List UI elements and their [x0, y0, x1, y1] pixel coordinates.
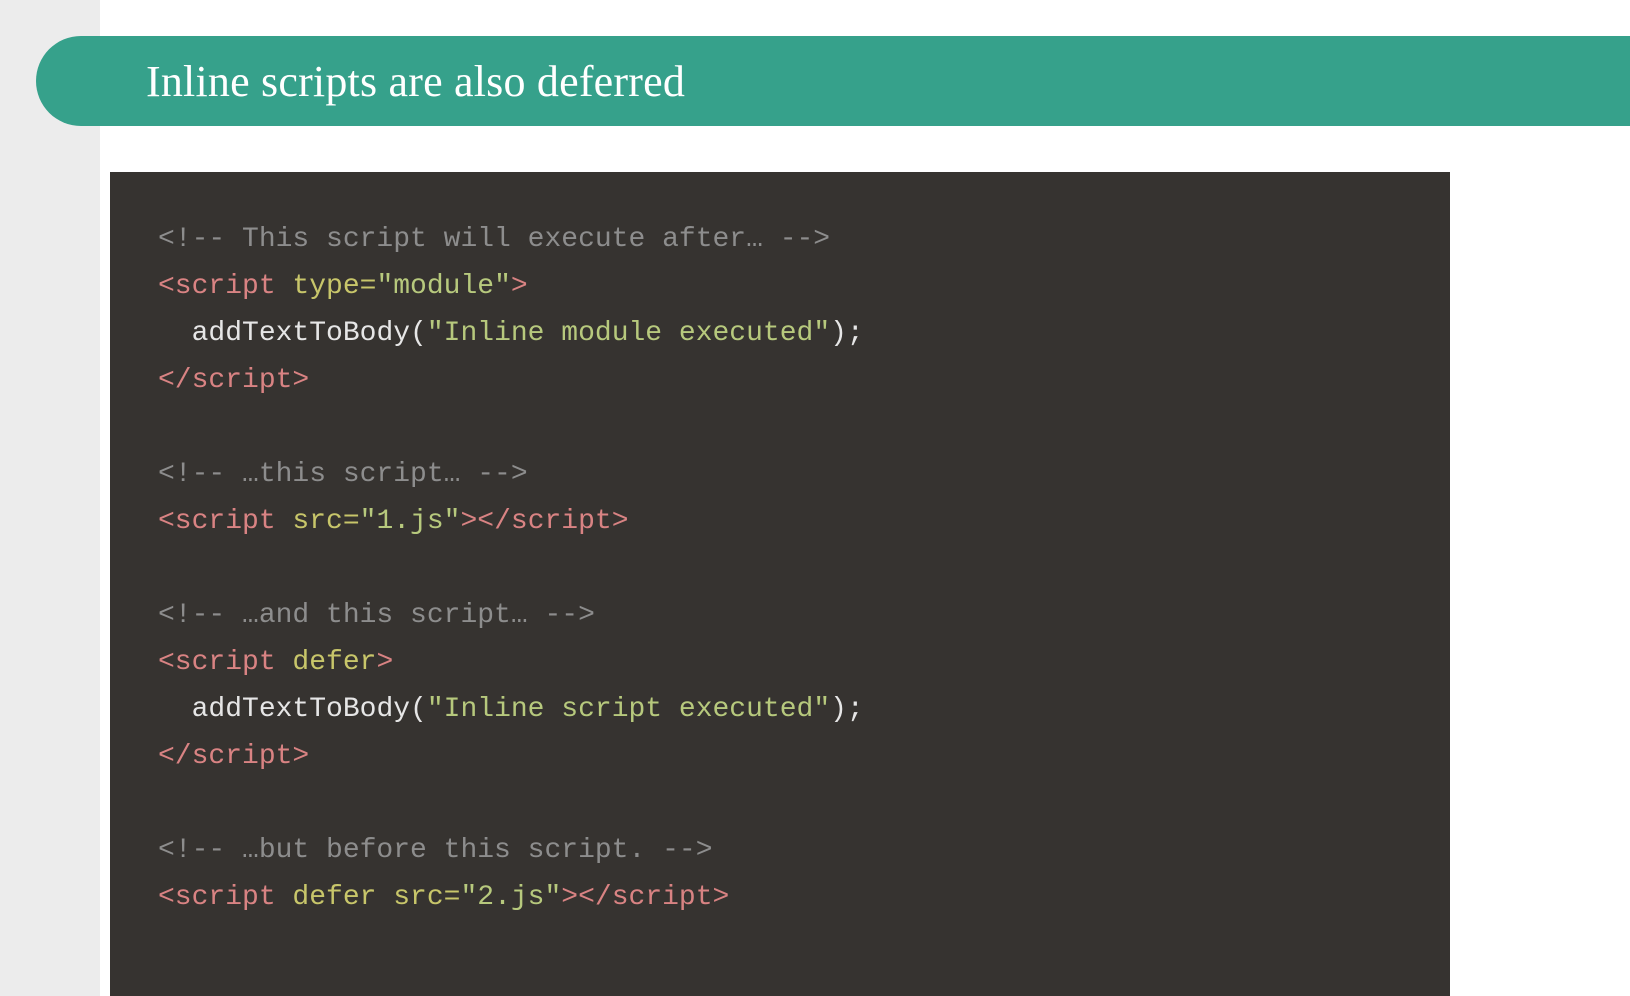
code-fn-call-3: addTextToBody( [192, 694, 427, 725]
left-gutter [0, 0, 100, 996]
code-attr-type: type= [276, 271, 377, 302]
code-comment-2: <!-- …this script… --> [158, 459, 528, 490]
code-fn-tail-1: ); [830, 318, 864, 349]
code-comment-1: <!-- This script will execute after… --> [158, 224, 830, 255]
code-tag-close-4: </script> [578, 882, 729, 913]
code-tag-open-1: <script [158, 271, 276, 302]
code-attr-src-4: src= [376, 882, 460, 913]
code-tag-open-close-3: > [376, 647, 393, 678]
code-block: <!-- This script will execute after… -->… [110, 172, 1450, 996]
code-indent-3 [158, 694, 192, 725]
code-comment-4: <!-- …but before this script. --> [158, 835, 713, 866]
code-tag-open-4: <script [158, 882, 276, 913]
code-tag-open-close-1: > [511, 271, 528, 302]
code-tag-close-3: </script> [158, 741, 309, 772]
code-tag-open-2: <script [158, 506, 276, 537]
code-attr-src-value-4: "2.js" [460, 882, 561, 913]
code-tag-close-2: </script> [477, 506, 628, 537]
code-attr-defer-3: defer [276, 647, 377, 678]
code-attr-defer-4: defer [276, 882, 377, 913]
code-tag-open-3: <script [158, 647, 276, 678]
code-indent-1 [158, 318, 192, 349]
code-fn-arg-3: "Inline script executed" [427, 694, 830, 725]
code-comment-3: <!-- …and this script… --> [158, 600, 595, 631]
code-attr-type-value: "module" [376, 271, 510, 302]
code-fn-tail-3: ); [830, 694, 864, 725]
code-fn-arg-1: "Inline module executed" [427, 318, 830, 349]
code-tag-open-close-4: > [561, 882, 578, 913]
slide: Inline scripts are also deferred <!-- Th… [0, 0, 1630, 996]
code-attr-src-2: src= [276, 506, 360, 537]
code-attr-src-value-2: "1.js" [360, 506, 461, 537]
code-fn-call-1: addTextToBody( [192, 318, 427, 349]
slide-title: Inline scripts are also deferred [146, 56, 685, 107]
title-bar: Inline scripts are also deferred [36, 36, 1630, 126]
code-tag-close-1: </script> [158, 365, 309, 396]
code-tag-open-close-2: > [460, 506, 477, 537]
